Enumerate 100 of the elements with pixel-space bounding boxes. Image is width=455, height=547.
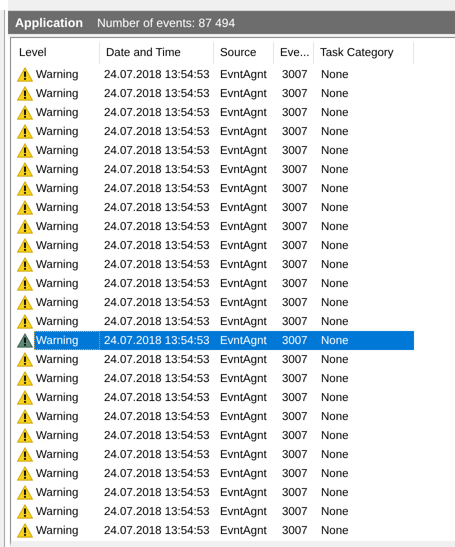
column-header[interactable]: Task Category <box>314 42 414 64</box>
table-cell[interactable]: 24.07.2018 13:54:53 <box>100 483 214 502</box>
table-cell[interactable]: 3007 <box>274 369 314 388</box>
table-cell[interactable]: EvntAgnt <box>214 350 274 369</box>
table-cell[interactable]: Warning <box>34 521 100 540</box>
table-cell[interactable]: 24.07.2018 13:54:53 <box>100 407 214 426</box>
table-cell[interactable]: EvntAgnt <box>214 426 274 445</box>
table-cell[interactable]: 3007 <box>274 103 314 122</box>
table-cell[interactable]: EvntAgnt <box>214 160 274 179</box>
table-cell[interactable]: Warning <box>34 198 100 217</box>
table-cell[interactable]: 3007 <box>274 274 314 293</box>
table-cell[interactable]: 24.07.2018 13:54:53 <box>100 198 214 217</box>
table-cell[interactable]: None <box>314 312 414 331</box>
table-cell[interactable]: None <box>314 179 414 198</box>
table-cell[interactable]: EvntAgnt <box>214 255 274 274</box>
table-cell[interactable]: None <box>314 236 414 255</box>
table-cell[interactable]: Warning <box>34 407 100 426</box>
table-cell[interactable]: 3007 <box>274 521 314 540</box>
table-cell[interactable]: None <box>314 198 414 217</box>
table-cell[interactable]: EvntAgnt <box>214 293 274 312</box>
table-cell[interactable]: EvntAgnt <box>214 521 274 540</box>
table-cell[interactable]: 3007 <box>274 84 314 103</box>
table-cell[interactable]: 3007 <box>274 255 314 274</box>
table-cell[interactable]: Warning <box>34 369 100 388</box>
table-cell[interactable]: 24.07.2018 13:54:53 <box>100 521 214 540</box>
table-cell[interactable]: Warning <box>34 502 100 521</box>
table-cell[interactable]: Warning <box>34 293 100 312</box>
table-cell[interactable]: Warning <box>34 122 100 141</box>
table-cell[interactable]: None <box>314 160 414 179</box>
table-cell[interactable]: 24.07.2018 13:54:53 <box>100 502 214 521</box>
table-cell[interactable]: None <box>314 293 414 312</box>
table-cell[interactable]: Warning <box>34 179 100 198</box>
table-cell[interactable]: 3007 <box>274 445 314 464</box>
table-cell[interactable]: None <box>314 350 414 369</box>
table-cell[interactable]: None <box>314 331 414 350</box>
table-cell[interactable]: EvntAgnt <box>214 236 274 255</box>
table-cell[interactable]: None <box>314 464 414 483</box>
table-cell[interactable]: Warning <box>34 141 100 160</box>
table-cell[interactable]: 24.07.2018 13:54:53 <box>100 160 214 179</box>
table-cell[interactable]: Warning <box>34 312 100 331</box>
table-cell[interactable]: 24.07.2018 13:54:53 <box>100 331 214 350</box>
table-cell[interactable]: 3007 <box>274 122 314 141</box>
table-cell[interactable]: 24.07.2018 13:54:53 <box>100 255 214 274</box>
table-cell[interactable]: Warning <box>34 160 100 179</box>
table-cell[interactable]: None <box>314 65 414 84</box>
table-cell[interactable]: EvntAgnt <box>214 331 274 350</box>
table-cell[interactable]: None <box>314 502 414 521</box>
table-cell[interactable]: EvntAgnt <box>214 312 274 331</box>
table-cell[interactable]: EvntAgnt <box>214 388 274 407</box>
table-cell[interactable]: 3007 <box>274 65 314 84</box>
table-cell[interactable]: 24.07.2018 13:54:53 <box>100 369 214 388</box>
table-cell[interactable]: 3007 <box>274 293 314 312</box>
table-cell[interactable]: None <box>314 521 414 540</box>
table-cell[interactable]: Warning <box>34 236 100 255</box>
table-cell[interactable]: Warning <box>34 331 100 350</box>
table-cell[interactable]: 3007 <box>274 312 314 331</box>
table-cell[interactable]: EvntAgnt <box>214 445 274 464</box>
table-cell[interactable]: 24.07.2018 13:54:53 <box>100 274 214 293</box>
table-cell[interactable]: None <box>314 388 414 407</box>
table-cell[interactable]: 3007 <box>274 236 314 255</box>
column-header[interactable]: Date and Time <box>100 42 214 64</box>
table-cell[interactable]: 24.07.2018 13:54:53 <box>100 293 214 312</box>
column-header[interactable]: Level <box>15 42 100 64</box>
table-cell[interactable]: 24.07.2018 13:54:53 <box>100 84 214 103</box>
table-cell[interactable]: EvntAgnt <box>214 464 274 483</box>
table-cell[interactable]: Warning <box>34 464 100 483</box>
table-cell[interactable]: 24.07.2018 13:54:53 <box>100 103 214 122</box>
table-cell[interactable]: Warning <box>34 483 100 502</box>
table-cell[interactable]: None <box>314 483 414 502</box>
table-cell[interactable]: EvntAgnt <box>214 274 274 293</box>
table-cell[interactable]: None <box>314 369 414 388</box>
column-header[interactable]: Eve... <box>274 42 314 64</box>
table-cell[interactable]: 3007 <box>274 350 314 369</box>
table-cell[interactable]: EvntAgnt <box>214 103 274 122</box>
table-cell[interactable]: EvntAgnt <box>214 483 274 502</box>
table-cell[interactable]: 24.07.2018 13:54:53 <box>100 464 214 483</box>
table-cell[interactable]: EvntAgnt <box>214 141 274 160</box>
table-cell[interactable]: Warning <box>34 65 100 84</box>
table-cell[interactable]: None <box>314 407 414 426</box>
table-cell[interactable]: Warning <box>34 103 100 122</box>
table-cell[interactable]: None <box>314 255 414 274</box>
table-cell[interactable]: 24.07.2018 13:54:53 <box>100 312 214 331</box>
table-cell[interactable]: 3007 <box>274 160 314 179</box>
table-cell[interactable]: EvntAgnt <box>214 407 274 426</box>
table-cell[interactable]: 24.07.2018 13:54:53 <box>100 236 214 255</box>
table-cell[interactable]: None <box>314 141 414 160</box>
table-cell[interactable]: 3007 <box>274 179 314 198</box>
table-cell[interactable]: Warning <box>34 426 100 445</box>
table-cell[interactable]: 3007 <box>274 426 314 445</box>
table-cell[interactable]: 3007 <box>274 502 314 521</box>
table-cell[interactable]: EvntAgnt <box>214 369 274 388</box>
table-cell[interactable]: Warning <box>34 445 100 464</box>
table-cell[interactable]: None <box>314 217 414 236</box>
table-cell[interactable]: 24.07.2018 13:54:53 <box>100 426 214 445</box>
table-cell[interactable]: None <box>314 122 414 141</box>
table-cell[interactable]: Warning <box>34 388 100 407</box>
table-cell[interactable]: 3007 <box>274 483 314 502</box>
table-cell[interactable]: 24.07.2018 13:54:53 <box>100 217 214 236</box>
table-cell[interactable]: EvntAgnt <box>214 502 274 521</box>
table-cell[interactable]: Warning <box>34 84 100 103</box>
